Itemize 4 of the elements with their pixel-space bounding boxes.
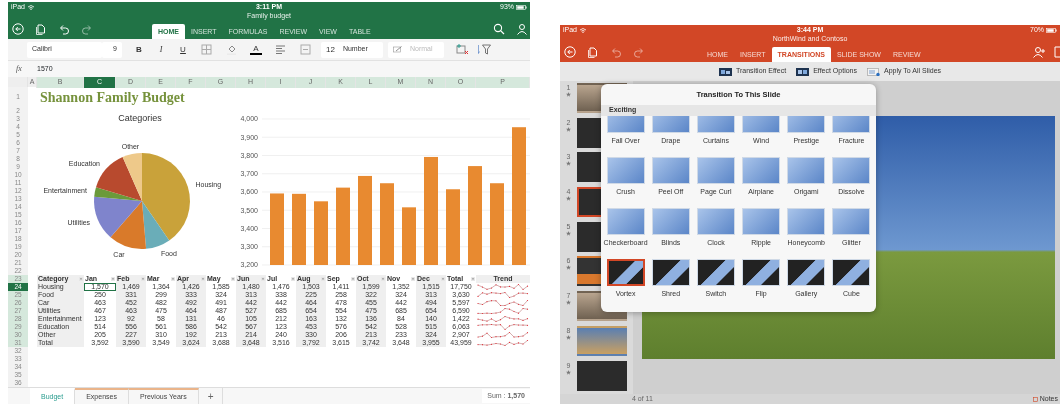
number-format-symbol: 12: [326, 43, 335, 56]
chart-title: Categories: [118, 113, 162, 123]
function-label: fx: [15, 63, 23, 75]
sheet-title: Shannon Family Budget: [39, 88, 186, 107]
